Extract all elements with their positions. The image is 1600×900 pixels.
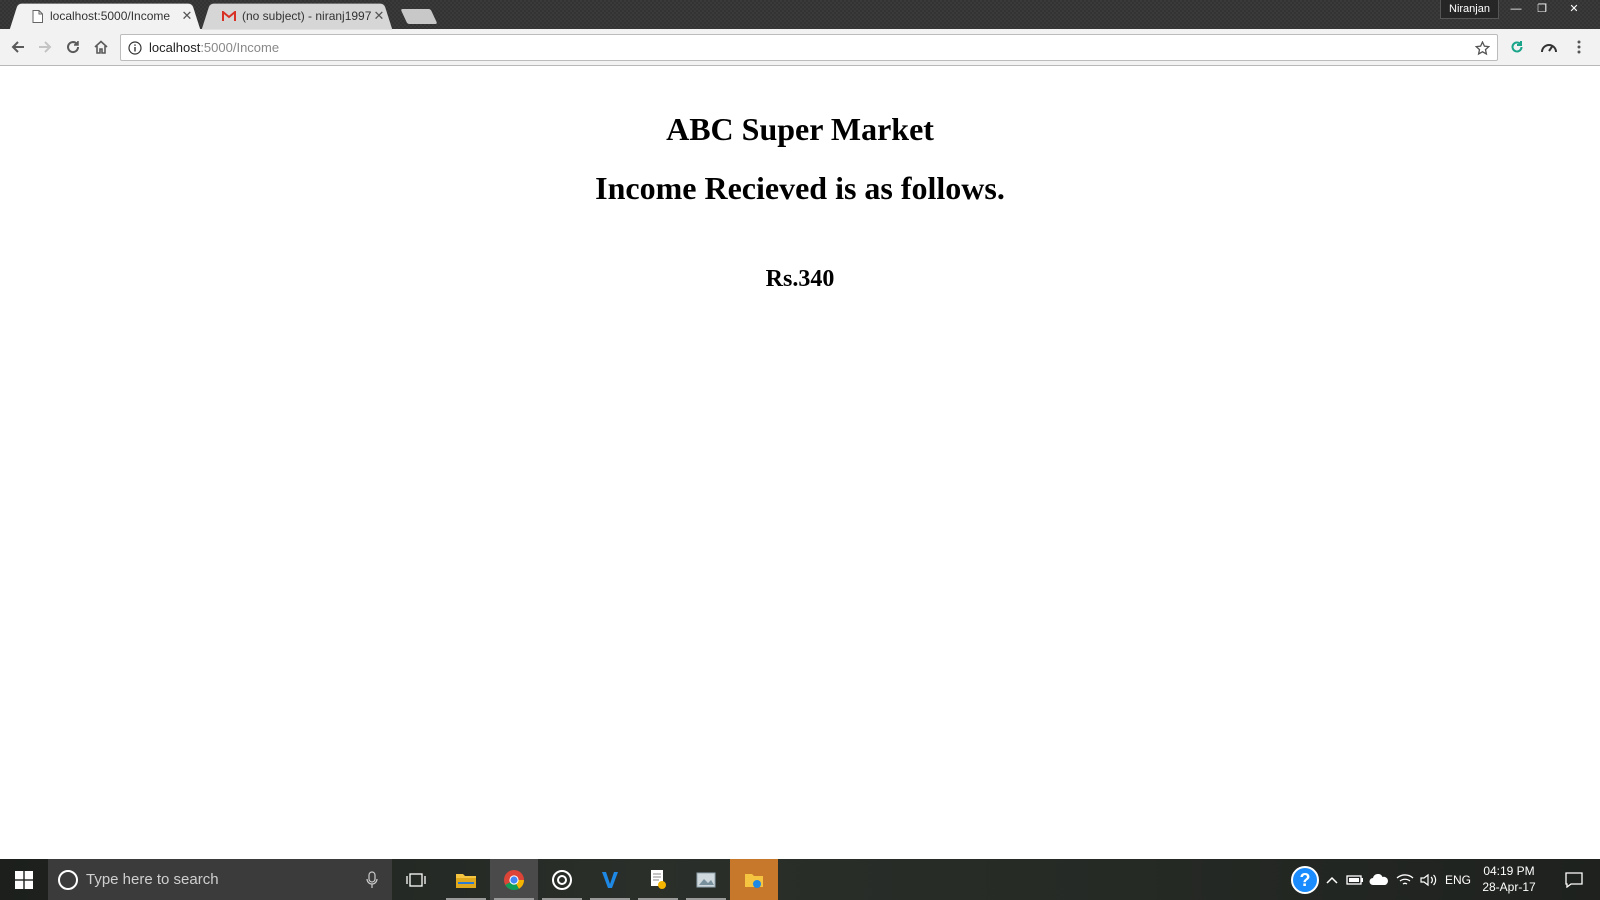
bookmark-star-icon[interactable] (1473, 39, 1491, 57)
taskbar-clock[interactable]: 04:19 PM 28-Apr-17 (1474, 863, 1544, 895)
action-center-icon[interactable] (1556, 859, 1592, 900)
wifi-icon[interactable] (1394, 859, 1416, 900)
browser-tab-strip: localhost:5000/Income ✕ (no subject) - n… (0, 0, 1600, 29)
music-app-icon[interactable] (538, 859, 586, 900)
visual-studio-icon[interactable] (586, 859, 634, 900)
address-bar[interactable]: localhost:5000/Income (120, 34, 1498, 61)
cortana-icon (58, 869, 78, 890)
chrome-icon[interactable] (490, 859, 538, 900)
income-amount: Rs.340 (765, 266, 835, 292)
taskbar: ? ENG 04:19 PM 28-Apr-17 (0, 859, 1600, 900)
tab-label: localhost:5000/Income (50, 9, 171, 23)
document-app-icon[interactable] (634, 859, 682, 900)
url-text: localhost:5000/Income (149, 40, 279, 55)
volume-icon[interactable] (1418, 859, 1440, 900)
url-path: :5000/Income (200, 40, 280, 55)
page-title: ABC Super Market (666, 111, 934, 147)
tab-gmail[interactable]: (no subject) - niranj1997 ✕ (198, 3, 396, 29)
page-subtitle: Income Recieved is as follows. (595, 170, 1005, 206)
extension-sync-icon[interactable] (1505, 35, 1529, 59)
info-icon[interactable] (127, 40, 143, 56)
file-explorer-icon[interactable] (442, 859, 490, 900)
forward-icon[interactable] (33, 35, 57, 59)
home-icon[interactable] (89, 35, 113, 59)
new-tab-button[interactable] (400, 9, 438, 24)
tab-label: (no subject) - niranj1997 (242, 9, 372, 23)
speedometer-icon[interactable] (1537, 35, 1561, 59)
page-icon (30, 9, 44, 23)
tab-localhost-income[interactable]: localhost:5000/Income ✕ (6, 3, 204, 29)
taskbar-search[interactable] (48, 859, 392, 900)
chevron-up-icon[interactable] (1324, 859, 1340, 900)
help-icon[interactable]: ? (1288, 859, 1322, 900)
folder-app-icon[interactable] (730, 859, 778, 900)
profile-button[interactable]: Niranjan (1440, 0, 1499, 19)
gmail-icon (222, 9, 236, 23)
clock-time: 04:19 PM (1483, 864, 1535, 878)
close-window-icon[interactable]: ✕ (1562, 0, 1586, 18)
menu-dots-icon[interactable] (1567, 35, 1591, 59)
microphone-icon[interactable] (366, 871, 378, 889)
svg-text:?: ? (1300, 870, 1311, 890)
tab-close-icon[interactable]: ✕ (372, 9, 386, 23)
battery-icon[interactable] (1344, 859, 1366, 900)
page-content: ABC Super Market Income Recieved is as f… (0, 67, 1600, 859)
back-icon[interactable] (6, 35, 30, 59)
onedrive-icon[interactable] (1368, 859, 1390, 900)
clock-date: 28-Apr-17 (1482, 880, 1536, 894)
taskbar-search-input[interactable] (86, 871, 356, 888)
image-app-icon[interactable] (682, 859, 730, 900)
reload-icon[interactable] (61, 35, 85, 59)
browser-toolbar: localhost:5000/Income (0, 29, 1600, 66)
task-view-icon[interactable] (392, 859, 440, 900)
windows-start-icon[interactable] (0, 859, 48, 900)
minimize-icon[interactable]: — (1504, 0, 1528, 18)
url-host: localhost (149, 40, 201, 55)
restore-icon[interactable]: ❐ (1530, 0, 1554, 18)
language-indicator[interactable]: ENG (1444, 859, 1472, 900)
tab-close-icon[interactable]: ✕ (180, 9, 194, 23)
